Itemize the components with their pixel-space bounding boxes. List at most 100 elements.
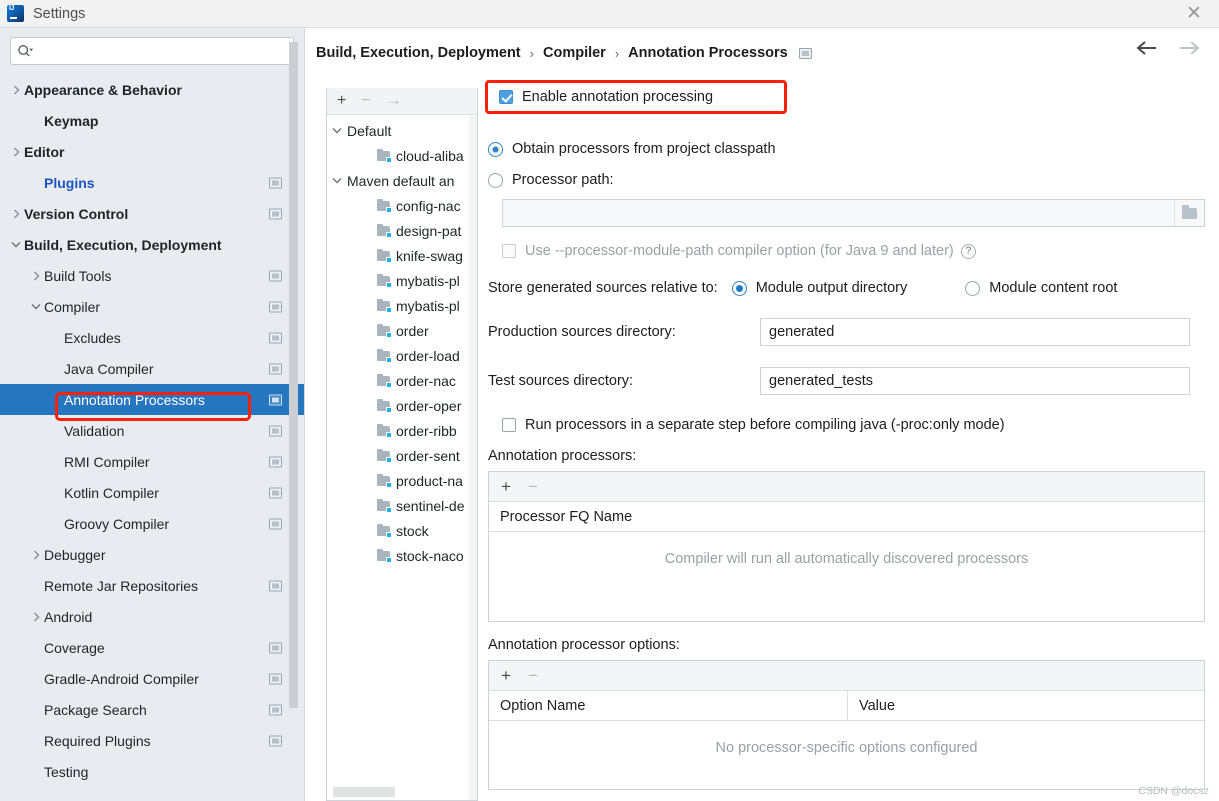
chevron-right-icon[interactable] (28, 549, 44, 561)
processor-options-section: Annotation processor options: + − Option… (488, 637, 1205, 790)
module-list: Default cloud-aliba Maven default an config… (327, 115, 477, 568)
sidebar-item-package-search[interactable]: Package Search (0, 694, 304, 725)
sidebar-item-kotlin-compiler[interactable]: Kotlin Compiler (0, 477, 304, 508)
module-panel-horizontal-scrollbar[interactable] (333, 787, 395, 797)
sidebar-item-build-tools[interactable]: Build Tools (0, 260, 304, 291)
processor-path-radio[interactable] (488, 172, 503, 188)
arrow-right-icon[interactable] (1177, 40, 1201, 56)
separate-step-checkbox[interactable] (502, 418, 516, 432)
project-scope-icon (269, 456, 282, 467)
chevron-down-icon[interactable] (327, 126, 347, 135)
sidebar-item-coverage[interactable]: Coverage (0, 632, 304, 663)
chevron-right-icon[interactable] (8, 208, 24, 220)
add-profile-button[interactable]: + (337, 93, 346, 109)
chevron-right-icon[interactable] (8, 84, 24, 96)
sidebar-item-rmi-compiler[interactable]: RMI Compiler (0, 446, 304, 477)
module-output-directory-radio[interactable] (731, 280, 747, 296)
module-row[interactable]: design-pat (327, 218, 477, 243)
module-row[interactable]: order-ribb (327, 418, 477, 443)
module-row[interactable]: mybatis-pl (327, 268, 477, 293)
processor-module-path-row[interactable]: Use --processor-module-path compiler opt… (502, 243, 1205, 259)
module-row[interactable]: mybatis-pl (327, 293, 477, 318)
sidebar-item-plugins[interactable]: Plugins (0, 167, 304, 198)
breadcrumb-item-1[interactable]: Compiler (543, 45, 606, 61)
project-scope-icon (269, 735, 282, 746)
chevron-right-icon[interactable] (28, 270, 44, 282)
options-column-name[interactable]: Option Name (489, 698, 847, 714)
sidebar-item-android[interactable]: Android (0, 601, 304, 632)
help-icon[interactable]: ? (960, 243, 976, 259)
processor-path-label: Processor path: (512, 172, 614, 188)
module-row[interactable]: order (327, 318, 477, 343)
move-to-profile-button[interactable]: → (386, 93, 402, 109)
sidebar-item-testing[interactable]: Testing (0, 756, 304, 787)
separate-step-row[interactable]: Run processors in a separate step before… (502, 417, 1205, 433)
processor-path-row[interactable]: Processor path: (488, 172, 1205, 188)
processor-path-field[interactable] (502, 199, 1205, 227)
search-box[interactable] (10, 37, 294, 65)
chevron-down-icon[interactable] (327, 176, 347, 185)
sidebar-item-groovy-compiler[interactable]: Groovy Compiler (0, 508, 304, 539)
processor-module-path-checkbox[interactable] (502, 244, 516, 258)
sidebar-item-required-plugins[interactable]: Required Plugins (0, 725, 304, 756)
module-content-root-radio[interactable] (965, 280, 981, 296)
chevron-right-icon[interactable] (8, 146, 24, 158)
sidebar-item-version-control[interactable]: Version Control (0, 198, 304, 229)
module-group-label: Maven default an (347, 172, 455, 189)
module-panel-vertical-scrollbar[interactable] (469, 116, 477, 800)
sidebar-item-remote-jar-repositories[interactable]: Remote Jar Repositories (0, 570, 304, 601)
sidebar-item-debugger[interactable]: Debugger (0, 539, 304, 570)
processors-table-empty-text: Compiler will run all automatically disc… (664, 551, 1029, 567)
sidebar-item-label: Version Control (24, 205, 129, 222)
breadcrumb-separator-0: › (529, 45, 534, 61)
test-sources-input[interactable]: generated_tests (760, 367, 1190, 395)
chevron-right-icon[interactable] (28, 611, 44, 623)
module-row[interactable]: cloud-aliba (327, 143, 477, 168)
add-processor-button[interactable]: + (501, 478, 511, 495)
folder-icon[interactable] (1174, 200, 1204, 226)
project-scope-icon (269, 177, 282, 188)
remove-profile-button[interactable]: − (361, 93, 370, 109)
sidebar-item-excludes[interactable]: Excludes (0, 322, 304, 353)
add-option-button[interactable]: + (501, 667, 511, 684)
sidebar-item-compiler[interactable]: Compiler (0, 291, 304, 322)
module-row[interactable]: order-sent (327, 443, 477, 468)
sidebar-item-editor[interactable]: Editor (0, 136, 304, 167)
sidebar-item-gradle-android-compiler[interactable]: Gradle-Android Compiler (0, 663, 304, 694)
separate-step-label: Run processors in a separate step before… (525, 417, 1005, 433)
remove-processor-button[interactable]: − (528, 478, 538, 495)
sidebar-scrollbar-thumb[interactable] (289, 42, 298, 708)
sidebar-item-appearance-behavior[interactable]: Appearance & Behavior (0, 74, 304, 105)
sidebar-item-validation[interactable]: Validation (0, 415, 304, 446)
processors-column-fq-name[interactable]: Processor FQ Name (489, 509, 632, 525)
module-row[interactable]: order-load (327, 343, 477, 368)
sidebar-item-keymap[interactable]: Keymap (0, 105, 304, 136)
module-row[interactable]: config-nac (327, 193, 477, 218)
module-row[interactable]: stock (327, 518, 477, 543)
module-row[interactable]: product-na (327, 468, 477, 493)
obtain-from-classpath-row[interactable]: Obtain processors from project classpath (488, 141, 1205, 157)
module-row[interactable]: knife-swag (327, 243, 477, 268)
search-input[interactable] (38, 42, 287, 60)
chevron-down-icon[interactable] (8, 240, 24, 249)
module-row[interactable]: stock-naco (327, 543, 477, 568)
module-row[interactable]: order-nac (327, 368, 477, 393)
breadcrumb-item-0[interactable]: Build, Execution, Deployment (316, 45, 521, 61)
module-group-row[interactable]: Default (327, 118, 477, 143)
sidebar-item-java-compiler[interactable]: Java Compiler (0, 353, 304, 384)
arrow-left-icon[interactable] (1135, 40, 1159, 56)
remove-option-button[interactable]: − (528, 667, 538, 684)
sidebar-item-build-execution-deployment[interactable]: Build, Execution, Deployment (0, 229, 304, 260)
chevron-down-icon[interactable] (28, 302, 44, 311)
production-sources-row: Production sources directory: generated (488, 318, 1205, 346)
module-row[interactable]: sentinel-de (327, 493, 477, 518)
options-column-value[interactable]: Value (847, 691, 1204, 720)
sidebar-item-annotation-processors[interactable]: Annotation Processors (0, 384, 304, 415)
options-table-toolbar: + − (489, 661, 1204, 691)
module-group-row[interactable]: Maven default an (327, 168, 477, 193)
production-sources-input[interactable]: generated (760, 318, 1190, 346)
obtain-from-classpath-radio[interactable] (488, 141, 503, 157)
close-icon[interactable]: ✕ (1183, 4, 1205, 24)
processors-table-header: Processor FQ Name (489, 502, 1204, 532)
module-row[interactable]: order-oper (327, 393, 477, 418)
